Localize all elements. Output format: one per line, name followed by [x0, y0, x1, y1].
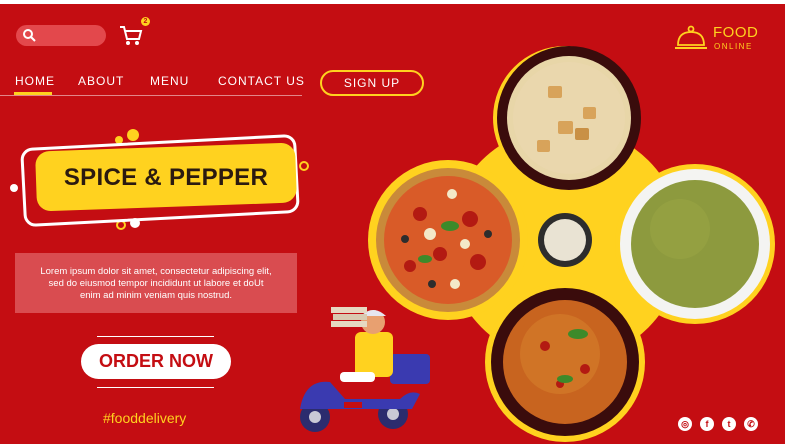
- pizza: [376, 168, 520, 312]
- description-text: Lorem ipsum dolor sit amet, consectetur …: [15, 266, 297, 302]
- whatsapp-icon[interactable]: ✆: [744, 417, 758, 431]
- logo-subtitle: ONLINE: [714, 42, 753, 51]
- seed-bowl: [538, 213, 592, 267]
- search-input[interactable]: [16, 25, 106, 46]
- twitter-icon[interactable]: t: [722, 417, 736, 431]
- page-title: SPICE & PEPPER: [63, 164, 269, 191]
- nav-menu[interactable]: MENU: [150, 74, 189, 88]
- cloche-icon: [675, 25, 707, 49]
- cart-count-badge: 2: [141, 17, 150, 26]
- soup-bowl-top: [497, 46, 641, 190]
- description-line: Lorem ipsum dolor sit amet, consectetur …: [40, 266, 272, 277]
- delivery-courier: [300, 307, 430, 432]
- nav-about[interactable]: ABOUT: [78, 74, 124, 88]
- logo[interactable]: FOOD ONLINE: [674, 24, 764, 54]
- nav-home[interactable]: HOME: [15, 74, 55, 88]
- cart-icon[interactable]: [118, 22, 144, 48]
- search-icon: [23, 29, 36, 42]
- facebook-icon[interactable]: f: [700, 417, 714, 431]
- description-line: enim ad minim veniam quis nostrud.: [79, 290, 233, 301]
- sign-up-button[interactable]: SIGN UP: [320, 70, 424, 96]
- nav-contact[interactable]: CONTACT US: [218, 74, 305, 88]
- order-divider-bottom: [97, 387, 214, 388]
- description-line: sed do eiusmod tempor incididunt ut labo…: [48, 278, 264, 289]
- hashtag: #fooddelivery: [103, 410, 187, 426]
- instagram-icon[interactable]: ◎: [678, 417, 692, 431]
- order-now-button[interactable]: ORDER NOW: [81, 344, 231, 379]
- green-soup-bowl: [620, 169, 770, 319]
- spaghetti-bowl: [491, 288, 639, 436]
- landing-page: 2 FOOD ONLINE HOME ABOUT MENU CONTACT US…: [0, 4, 785, 444]
- logo-title: FOOD: [713, 24, 759, 41]
- order-divider-top: [97, 336, 214, 337]
- nav-divider: [0, 95, 302, 96]
